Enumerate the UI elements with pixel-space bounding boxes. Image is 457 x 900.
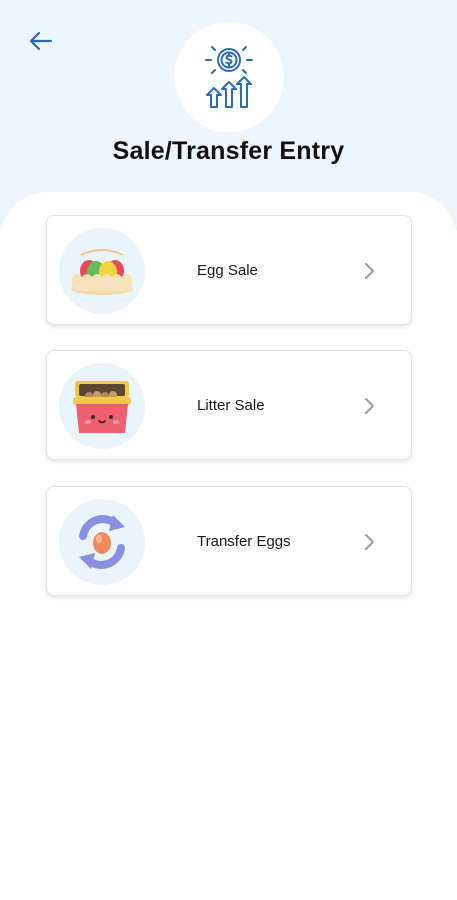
arrow-left-icon <box>29 31 53 51</box>
header-icon-badge <box>174 22 284 132</box>
transfer-eggs-card[interactable]: Transfer Eggs <box>46 486 412 596</box>
egg-sale-card[interactable]: Egg Sale <box>46 215 412 325</box>
egg-transfer-icon-badge <box>59 499 145 585</box>
chevron-right-icon <box>365 398 374 414</box>
sales-growth-icon <box>205 46 253 108</box>
litter-sale-label: Litter Sale <box>197 397 265 414</box>
chevron-right-icon <box>365 534 374 550</box>
chevron-right-icon <box>365 263 374 279</box>
transfer-eggs-label: Transfer Eggs <box>197 533 291 550</box>
egg-sale-label: Egg Sale <box>197 262 258 279</box>
litter-box-icon-badge <box>59 363 145 449</box>
litter-sale-card[interactable]: Litter Sale <box>46 350 412 460</box>
back-button[interactable] <box>22 26 58 56</box>
egg-tray-icon <box>71 249 133 295</box>
egg-transfer-icon <box>79 515 125 569</box>
page-title: Sale/Transfer Entry <box>112 137 345 165</box>
egg-tray-icon-badge <box>59 228 145 314</box>
litter-box-icon <box>73 381 131 433</box>
